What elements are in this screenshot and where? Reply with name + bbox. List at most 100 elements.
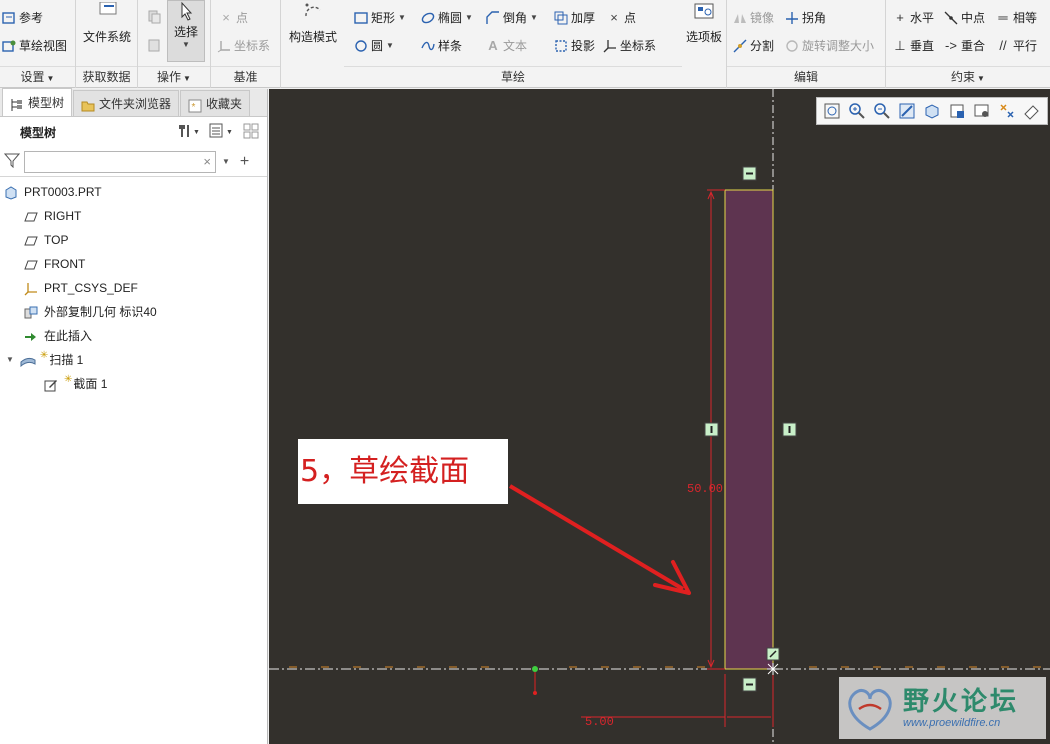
sketch-rectangle-section: [724, 189, 774, 670]
sketch-canvas[interactable]: 50.00 5.00: [269, 89, 1050, 744]
file-system-button[interactable]: 文件系统: [80, 1, 134, 45]
tab-model-tree-label: 模型树: [28, 95, 65, 110]
zoom-in-icon[interactable]: [848, 102, 866, 120]
repaint-icon[interactable]: [898, 102, 916, 120]
tree-item-sweep[interactable]: ▼ ✳ 扫描 1: [6, 349, 83, 371]
datum-label-text: 基准: [233, 70, 258, 84]
rotate-resize-button[interactable]: 旋转调整大小: [785, 35, 874, 57]
sketch-display-filter-icon[interactable]: [1023, 102, 1041, 120]
datum-display-icon[interactable]: [998, 102, 1016, 120]
copy-icon[interactable]: [147, 10, 161, 27]
svg-text:▼: ▼: [226, 129, 233, 136]
equal-constraint-button[interactable]: ═ 相等: [996, 7, 1037, 29]
tree-filter-grid-icon[interactable]: [243, 123, 259, 142]
clear-search-icon[interactable]: ×: [203, 154, 211, 169]
chamfer-button[interactable]: 倒角 ▼: [486, 7, 538, 29]
annotation-arrow: [508, 484, 691, 595]
display-style-icon[interactable]: [923, 102, 941, 120]
chevron-down-icon: ▼: [182, 40, 190, 49]
tree-item-insert-here[interactable]: 在此插入: [24, 325, 92, 347]
sketch-point-button[interactable]: × 点: [607, 7, 636, 29]
rectangle-button[interactable]: 矩形 ▼: [354, 7, 406, 29]
mirror-icon: [733, 11, 747, 25]
tree-item-external-copy[interactable]: 外部复制几何 标识40: [24, 301, 157, 323]
ellipse-button[interactable]: 椭圆 ▼: [421, 7, 473, 29]
sketch-view-label: 草绘视图: [19, 39, 68, 53]
corner-button[interactable]: 拐角: [785, 7, 826, 29]
thicken-button[interactable]: 加厚: [554, 7, 595, 29]
zoom-out-icon[interactable]: [873, 102, 891, 120]
panel-tabs: 模型树 文件夹浏览器 * 收藏夹: [0, 88, 267, 117]
datum-point-button[interactable]: × 点: [219, 7, 248, 29]
construction-mode-label: 构造模式: [288, 30, 337, 44]
midpoint-constraint-button[interactable]: 中点: [944, 7, 985, 29]
show-columns-icon[interactable]: ▼: [209, 123, 233, 142]
tree-item-csys[interactable]: PRT_CSYS_DEF: [24, 277, 138, 299]
graphics-viewport[interactable]: 50.00 5.00 5，草绘截面 野火论坛 www.proewildfire.…: [269, 89, 1050, 744]
tab-model-tree[interactable]: 模型树: [2, 88, 73, 116]
cursor-crosshair: [767, 663, 779, 675]
add-icon[interactable]: +: [240, 153, 249, 171]
model-tree-icon: [10, 96, 24, 111]
sketch-origin-point: [532, 666, 538, 672]
chevron-down-icon[interactable]: ▼: [222, 157, 230, 166]
reference-button[interactable]: 参考: [2, 7, 43, 29]
coincident-constraint-button[interactable]: -> 重合: [944, 35, 985, 57]
parallel-constraint-button[interactable]: // 平行: [996, 35, 1037, 57]
external-copy-geom-icon: [24, 305, 38, 319]
group-operations-label[interactable]: 操作 ▼: [138, 66, 210, 86]
sketch-view-button[interactable]: 草绘视图: [2, 35, 67, 57]
select-button[interactable]: 选择 ▼: [167, 0, 205, 62]
tree-item-label: 扫描 1: [49, 353, 84, 367]
spline-icon: [421, 39, 435, 53]
datum-csys-label: 坐标系: [234, 39, 271, 53]
vertical-constraint-button[interactable]: ⊥ 垂直: [893, 35, 934, 57]
insert-here-arrow-icon: [24, 329, 38, 343]
horizontal-label: 水平: [910, 11, 935, 25]
project-button[interactable]: 投影: [554, 35, 595, 57]
tree-item-front[interactable]: FRONT: [24, 253, 85, 275]
watermark-url: www.proewildfire.cn: [903, 717, 1001, 729]
horizontal-constraint-button[interactable]: + 水平: [893, 7, 934, 29]
text-button[interactable]: A 文本: [486, 35, 527, 57]
palette-label: 选项板: [685, 30, 722, 44]
sketch-csys-button[interactable]: 坐标系: [603, 35, 656, 57]
reference-label: 参考: [19, 11, 44, 25]
palette-button[interactable]: 选项板: [682, 2, 726, 45]
rectangle-icon: [354, 11, 368, 25]
constrain-label-text: 约束: [951, 70, 976, 84]
refit-icon[interactable]: [823, 102, 841, 120]
tree-item-right[interactable]: RIGHT: [24, 205, 81, 227]
group-setup-label[interactable]: 设置 ▼: [0, 66, 75, 86]
tree-item-label: 在此插入: [44, 329, 93, 343]
section-sketch-icon: [44, 377, 58, 392]
corner-icon: [785, 11, 799, 25]
tree-item-part[interactable]: PRT0003.PRT: [4, 181, 102, 203]
datum-plane-icon: [24, 257, 38, 271]
saved-orientations-icon[interactable]: [948, 102, 966, 120]
tree-item-section[interactable]: ✳ 截面 1: [44, 373, 107, 395]
filter-funnel-icon[interactable]: [3, 152, 21, 171]
tab-favorites[interactable]: * 收藏夹: [180, 90, 251, 116]
view-manager-icon[interactable]: [973, 102, 991, 120]
chamfer-icon: [486, 11, 500, 25]
datum-csys-button[interactable]: 坐标系: [217, 35, 270, 57]
palette-icon: [689, 2, 719, 28]
tree-item-top[interactable]: TOP: [24, 229, 68, 251]
tab-folder-browser[interactable]: 文件夹浏览器: [73, 90, 180, 116]
tree-search-input[interactable]: [24, 150, 216, 173]
expand-caret-icon[interactable]: ▼: [6, 349, 14, 371]
watermark-title: 野火论坛: [903, 686, 1020, 716]
group-datum-label: 基准: [211, 66, 280, 86]
group-constrain-label[interactable]: 约束 ▼: [886, 66, 1050, 86]
mirror-button[interactable]: 镜像: [733, 7, 774, 29]
divide-button[interactable]: 分割: [733, 35, 774, 57]
paste-icon[interactable]: [147, 38, 161, 55]
circle-button[interactable]: 圆 ▼: [354, 35, 394, 57]
thicken-label: 加厚: [571, 11, 596, 25]
divide-label: 分割: [750, 39, 775, 53]
construction-mode-button[interactable]: 构造模式: [283, 2, 343, 45]
tree-settings-icon[interactable]: ▼: [177, 123, 200, 142]
point-x-icon: ×: [222, 10, 230, 25]
spline-button[interactable]: 样条: [421, 35, 462, 57]
